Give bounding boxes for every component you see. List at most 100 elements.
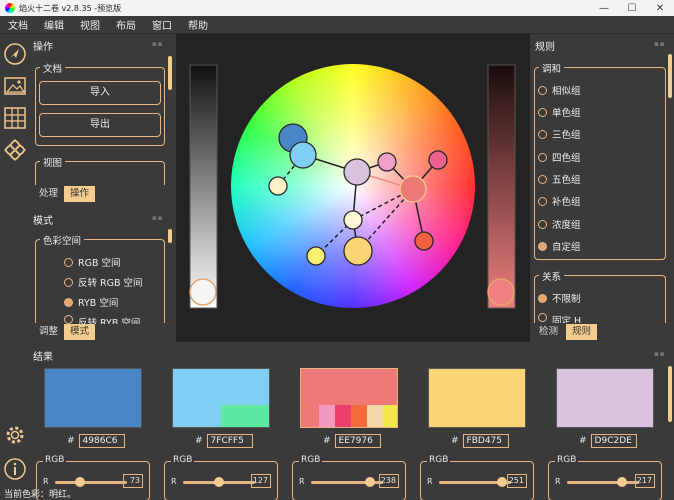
r-slider-track[interactable]	[55, 481, 127, 484]
info-icon[interactable]	[3, 457, 27, 481]
image-icon[interactable]	[3, 74, 27, 98]
radio-dot	[538, 152, 547, 162]
status-bar: 当前色彩：明红。	[4, 490, 77, 500]
radio-dot-selected	[64, 297, 73, 307]
hex-row-5: # D9C2DE	[579, 434, 637, 448]
swatch-1[interactable]	[44, 368, 142, 428]
window-title: 焰火十二卷 v2.8.35 -预览版	[19, 3, 122, 13]
hex-input[interactable]: EE7976	[334, 434, 381, 448]
radio-shades[interactable]: 浓度组	[538, 217, 581, 231]
export-button[interactable]: 导出	[39, 113, 161, 137]
radio-analogous[interactable]: 相似组	[538, 83, 581, 97]
radio-label: RYB 空间	[78, 298, 119, 309]
radio-dot	[538, 85, 547, 95]
r-slider-knob[interactable]	[617, 477, 627, 487]
tab-process[interactable]: 处理	[33, 186, 64, 202]
lightness-handle[interactable]	[189, 278, 217, 306]
left-toolbar	[0, 34, 30, 500]
hex-input[interactable]: 7FCFF5	[206, 434, 253, 448]
r-value[interactable]: 217	[635, 474, 655, 488]
import-button[interactable]: 导入	[39, 81, 161, 105]
hex-input[interactable]: D9C2DE	[590, 434, 637, 448]
r-label: R	[427, 477, 433, 486]
radio-fixed-h[interactable]: 固定 H	[538, 313, 581, 323]
mode-scrollbar[interactable]	[168, 229, 172, 243]
saturation-handle[interactable]	[487, 278, 515, 306]
tab-adjust[interactable]: 调整	[33, 324, 64, 340]
radio-tetrad[interactable]: 四色组	[538, 150, 581, 164]
panel-menu-icon[interactable]: ▪▪	[152, 40, 164, 48]
r-slider-track[interactable]	[567, 481, 639, 484]
menu-document[interactable]: 文档	[0, 17, 36, 32]
panel-menu-icon[interactable]: ▪▪	[152, 214, 164, 222]
r-slider-knob[interactable]	[365, 477, 375, 487]
swatch-2[interactable]	[172, 368, 270, 428]
view-group-title: 视图	[40, 155, 66, 169]
radio-custom[interactable]: 自定组	[538, 239, 581, 253]
hash-label: #	[579, 436, 587, 446]
menu-layout[interactable]: 布局	[108, 17, 144, 32]
radio-triad[interactable]: 三色组	[538, 127, 581, 141]
minimize-button[interactable]: —	[590, 3, 618, 14]
r-slider-knob[interactable]	[497, 477, 507, 487]
r-slider-knob[interactable]	[75, 477, 85, 487]
r-label: R	[299, 477, 305, 486]
panel-menu-icon[interactable]: ▪▪	[654, 40, 666, 48]
operation-scrollbar[interactable]	[168, 56, 172, 90]
r-slider-knob[interactable]	[214, 477, 224, 487]
app-icon	[5, 3, 15, 13]
radio-inverse-rgb[interactable]: 反转 RGB 空间	[64, 275, 143, 289]
r-value[interactable]: 238	[379, 474, 399, 488]
navigate-icon[interactable]	[3, 42, 27, 66]
maximize-button[interactable]: ☐	[618, 3, 646, 14]
palette-icon[interactable]	[3, 138, 27, 162]
radio-monochrome[interactable]: 单色组	[538, 105, 581, 119]
radio-unlimited[interactable]: 不限制	[538, 291, 581, 305]
menu-edit[interactable]: 编辑	[36, 17, 72, 32]
lightness-slider[interactable]	[189, 64, 218, 309]
radio-dot	[538, 107, 547, 117]
hex-row-4: # FBD475	[451, 434, 509, 448]
radio-dot	[538, 196, 547, 206]
hex-row-3: # EE7976	[323, 434, 381, 448]
menu-window[interactable]: 窗口	[144, 17, 180, 32]
r-value[interactable]: 73	[123, 474, 143, 488]
swatch-5[interactable]	[556, 368, 654, 428]
swatch-3-selected[interactable]	[300, 368, 398, 428]
radio-label: 四色组	[552, 153, 581, 164]
hex-input[interactable]: FBD475	[462, 434, 509, 448]
grid-icon[interactable]	[3, 106, 27, 130]
color-wheel-svg[interactable]	[176, 34, 530, 342]
title-bar: 焰火十二卷 v2.8.35 -预览版 — ☐ ✕	[0, 0, 674, 16]
radio-ryb[interactable]: RYB 空间	[64, 295, 118, 309]
r-value[interactable]: 127	[251, 474, 271, 488]
radio-rgb[interactable]: RGB 空间	[64, 255, 121, 269]
settings-icon[interactable]	[3, 423, 27, 447]
hex-row-1: #4986C6	[67, 434, 125, 448]
radio-label: 反转 RGB 空间	[78, 278, 143, 289]
hex-input[interactable]: 4986C6	[78, 434, 125, 448]
r-value[interactable]: 251	[507, 474, 527, 488]
r-label: R	[555, 477, 561, 486]
tab-check[interactable]: 检测	[533, 324, 564, 340]
rgb-label: RGB	[43, 455, 67, 465]
tab-operation[interactable]: 操作	[64, 186, 96, 202]
rules-scrollbar[interactable]	[668, 54, 672, 98]
menu-view[interactable]: 视图	[72, 17, 108, 32]
menu-help[interactable]: 帮助	[180, 17, 216, 32]
radio-complementary[interactable]: 补色组	[538, 194, 581, 208]
swatch-4[interactable]	[428, 368, 526, 428]
panel-menu-icon[interactable]: ▪▪	[654, 350, 666, 358]
relation-group: 关系 不限制 固定 H	[534, 269, 666, 323]
radio-inverse-ryb[interactable]: 反转 RYB 空间	[64, 315, 140, 324]
color-wheel-canvas[interactable]	[176, 34, 530, 342]
results-scrollbar[interactable]	[668, 366, 672, 422]
tab-mode[interactable]: 模式	[64, 324, 96, 340]
close-button[interactable]: ✕	[646, 3, 674, 14]
colorspace-group-title: 色彩空间	[40, 233, 85, 247]
radio-pentad[interactable]: 五色组	[538, 172, 581, 186]
radio-label: RGB 空间	[78, 258, 121, 269]
saturation-slider[interactable]	[487, 64, 516, 309]
tab-rules[interactable]: 规则	[566, 324, 598, 340]
rgb-group-3: RGB R 238	[292, 455, 406, 500]
